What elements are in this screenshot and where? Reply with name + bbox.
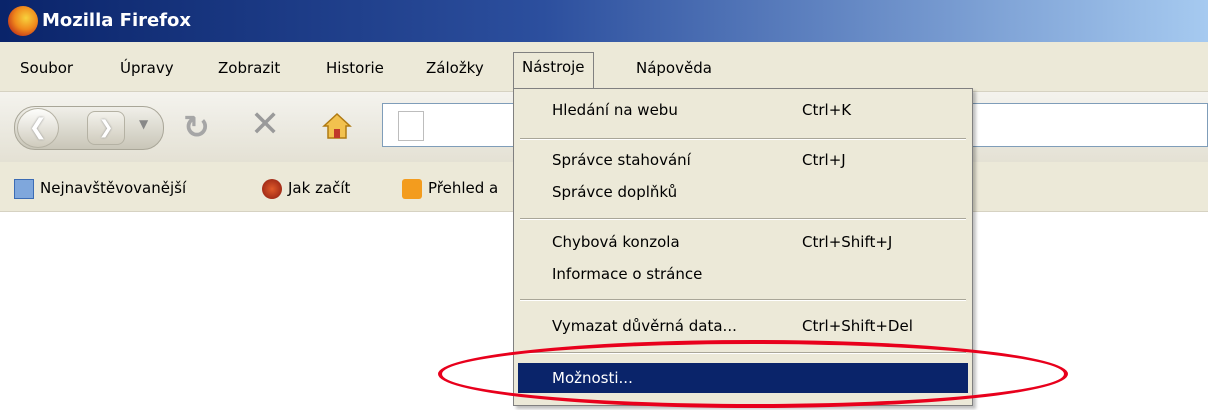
tools-menu-dropdown: Hledání na webu Ctrl+K Správce stahování…: [513, 88, 973, 406]
menu-item-addons[interactable]: Správce doplňků: [518, 177, 968, 207]
bookmark-news-feed[interactable]: Přehled a: [402, 176, 498, 200]
menu-item-web-search[interactable]: Hledání na webu Ctrl+K: [518, 95, 968, 125]
menu-nastroje[interactable]: Nástroje: [513, 52, 594, 92]
menu-item-options[interactable]: Možnosti...: [518, 363, 968, 393]
window-title: Mozilla Firefox: [42, 10, 192, 31]
home-icon[interactable]: [322, 112, 352, 140]
menu-soubor[interactable]: Soubor: [18, 54, 75, 82]
menu-separator: [520, 138, 966, 140]
title-bar: Mozilla Firefox: [0, 0, 1208, 42]
forward-arrow-icon[interactable]: ❯: [87, 111, 125, 145]
bookmark-most-visited[interactable]: Nejnavštěvovanější: [14, 176, 186, 200]
menu-bar: Soubor Úpravy Zobrazit Historie Záložky …: [0, 42, 1208, 92]
rss-icon: [402, 178, 422, 199]
history-dropdown-icon[interactable]: ▼: [139, 117, 148, 131]
menu-separator: [520, 299, 966, 301]
back-arrow-icon[interactable]: ❮: [17, 108, 59, 148]
bookmark-getting-started[interactable]: Jak začít: [262, 176, 350, 200]
folder-search-icon: [14, 178, 34, 199]
stop-icon[interactable]: ✕: [250, 104, 280, 145]
menu-item-downloads[interactable]: Správce stahování Ctrl+J: [518, 145, 968, 175]
page-icon: [398, 111, 424, 141]
menu-item-clear-private-data[interactable]: Vymazat důvěrná data... Ctrl+Shift+Del: [518, 311, 968, 341]
menu-upravy[interactable]: Úpravy: [118, 54, 176, 82]
firefox-logo-icon: [8, 6, 38, 36]
menu-separator: [520, 352, 966, 354]
firefox-bookmark-icon: [262, 178, 282, 199]
menu-zalozky[interactable]: Záložky: [424, 54, 486, 82]
menu-item-page-info[interactable]: Informace o stránce: [518, 259, 968, 289]
reload-icon[interactable]: ↻: [183, 108, 210, 146]
menu-historie[interactable]: Historie: [324, 54, 386, 82]
menu-napoveda[interactable]: Nápověda: [634, 54, 714, 82]
menu-zobrazit[interactable]: Zobrazit: [216, 54, 282, 82]
menu-item-error-console[interactable]: Chybová konzola Ctrl+Shift+J: [518, 227, 968, 257]
menu-separator: [520, 218, 966, 220]
back-forward-group: ❮ ❯ ▼: [14, 106, 164, 150]
